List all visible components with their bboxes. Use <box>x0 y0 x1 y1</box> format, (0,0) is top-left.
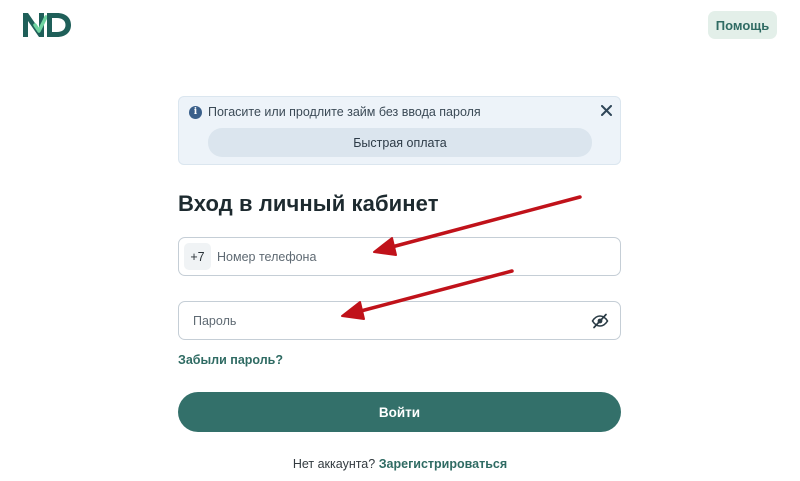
no-account-text: Нет аккаунта? <box>292 457 376 471</box>
help-button[interactable]: Помощь <box>708 11 777 39</box>
password-input[interactable] <box>193 302 588 339</box>
phone-country-prefix: +7 <box>184 243 211 270</box>
close-banner-button[interactable] <box>598 102 614 118</box>
forgot-password-link[interactable]: Забыли пароль? <box>178 353 283 367</box>
phone-field[interactable]: +7 <box>178 237 621 276</box>
register-link[interactable]: Зарегистрироваться <box>379 457 507 471</box>
eye-slash-icon[interactable] <box>591 313 609 329</box>
brand-logo[interactable] <box>22 12 72 38</box>
phone-input[interactable] <box>217 238 612 275</box>
password-field[interactable] <box>178 301 621 340</box>
quick-pay-button[interactable]: Быстрая оплата <box>208 128 592 157</box>
page-title: Вход в личный кабинет <box>178 191 439 216</box>
signup-row: Нет аккаунта? Зарегистрироваться <box>0 457 800 471</box>
login-page: Помощь i Погасите или продлите займ без … <box>0 0 800 481</box>
info-icon: i <box>189 106 202 119</box>
close-icon <box>600 104 612 116</box>
banner-text: Погасите или продлите займ без ввода пар… <box>208 105 481 119</box>
quick-pay-banner: i Погасите или продлите займ без ввода п… <box>178 96 621 165</box>
login-button[interactable]: Войти <box>178 392 621 432</box>
